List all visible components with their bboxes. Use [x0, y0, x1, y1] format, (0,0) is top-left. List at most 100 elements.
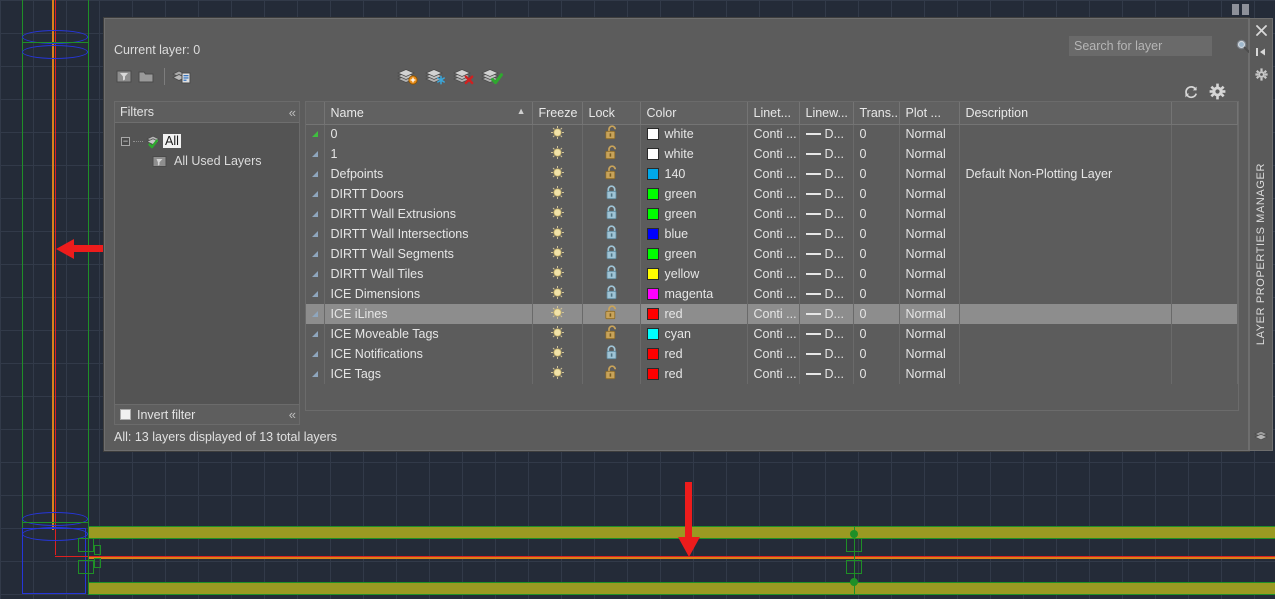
- freeze-sun-icon[interactable]: [550, 185, 565, 200]
- new-group-filter-button[interactable]: [136, 66, 158, 87]
- layer-lineweight-cell[interactable]: D...: [799, 184, 854, 204]
- layer-name-cell[interactable]: DIRTT Wall Extrusions: [324, 204, 533, 224]
- layer-freeze-cell[interactable]: [532, 184, 583, 204]
- layer-transparency-cell[interactable]: 0: [853, 144, 900, 164]
- layer-lineweight-cell[interactable]: D...: [799, 124, 854, 144]
- layer-lineweight-cell[interactable]: D...: [799, 364, 854, 384]
- layer-lineweight-cell[interactable]: D...: [799, 264, 854, 284]
- layer-color-cell[interactable]: red: [640, 364, 748, 384]
- lock-closed-icon[interactable]: [605, 205, 618, 220]
- layer-lock-cell[interactable]: [582, 204, 641, 224]
- tree-expander-icon[interactable]: −: [121, 136, 130, 146]
- panel-dock-bar[interactable]: LAYER PROPERTIES MANAGER: [1249, 18, 1273, 451]
- layer-lineweight-cell[interactable]: D...: [799, 344, 854, 364]
- lock-open-icon[interactable]: [604, 165, 619, 180]
- lock-closed-icon[interactable]: [605, 185, 618, 200]
- layer-status-cell[interactable]: [306, 164, 325, 184]
- new-property-filter-button[interactable]: [114, 66, 136, 87]
- layer-linetype-cell[interactable]: Conti ...: [747, 224, 800, 244]
- lock-closed-icon[interactable]: [605, 245, 618, 260]
- layer-status-cell[interactable]: [306, 284, 325, 304]
- tab-nub-2[interactable]: [1242, 4, 1249, 15]
- layer-status-cell[interactable]: [306, 264, 325, 284]
- layer-linetype-cell[interactable]: Conti ...: [747, 184, 800, 204]
- layer-freeze-cell[interactable]: [532, 304, 583, 324]
- layer-lineweight-cell[interactable]: D...: [799, 284, 854, 304]
- layer-status-cell[interactable]: [306, 224, 325, 244]
- layer-description-cell[interactable]: [959, 304, 1172, 324]
- freeze-sun-icon[interactable]: [550, 365, 565, 380]
- layer-freeze-cell[interactable]: [532, 244, 583, 264]
- layer-lineweight-cell[interactable]: D...: [799, 244, 854, 264]
- search-input[interactable]: [1070, 37, 1235, 55]
- table-row[interactable]: ICE Moveable Tags cyan Conti ... D... 0 Norma…: [306, 324, 1238, 344]
- layer-freeze-cell[interactable]: [532, 324, 583, 344]
- layer-plotstyle-cell[interactable]: Normal: [899, 184, 960, 204]
- layer-color-cell[interactable]: yellow: [640, 264, 748, 284]
- layer-plotstyle-cell[interactable]: Normal: [899, 284, 960, 304]
- layer-transparency-cell[interactable]: 0: [853, 344, 900, 364]
- freeze-sun-icon[interactable]: [550, 345, 565, 360]
- layer-plotstyle-cell[interactable]: Normal: [899, 344, 960, 364]
- layer-name-cell[interactable]: ICE Notifications: [324, 344, 533, 364]
- layer-status-cell[interactable]: [306, 304, 325, 324]
- delete-layer-button[interactable]: [453, 66, 475, 87]
- invert-filter-row[interactable]: Invert filter «: [114, 404, 300, 425]
- layer-linetype-cell[interactable]: Conti ...: [747, 304, 800, 324]
- dialog-header-icons[interactable]: [1183, 83, 1226, 100]
- layer-name-cell[interactable]: DIRTT Wall Tiles: [324, 264, 533, 284]
- layer-freeze-cell[interactable]: [532, 344, 583, 364]
- layer-plotstyle-cell[interactable]: Normal: [899, 324, 960, 344]
- table-row[interactable]: DIRTT Wall Segments green Conti ... D... 0 No…: [306, 244, 1238, 264]
- freeze-sun-icon[interactable]: [550, 285, 565, 300]
- layer-transparency-cell[interactable]: 0: [853, 184, 900, 204]
- lock-open-icon[interactable]: [604, 305, 619, 320]
- layer-description-cell[interactable]: [959, 204, 1172, 224]
- layer-description-cell[interactable]: [959, 184, 1172, 204]
- layer-lock-cell[interactable]: [582, 244, 641, 264]
- layer-lineweight-cell[interactable]: D...: [799, 164, 854, 184]
- tab-nub-1[interactable]: [1232, 4, 1239, 15]
- layer-transparency-cell[interactable]: 0: [853, 264, 900, 284]
- layer-status-cell[interactable]: [306, 244, 325, 264]
- dock-layers-button[interactable]: [1249, 424, 1273, 446]
- layer-lock-cell[interactable]: [582, 284, 641, 304]
- freeze-sun-icon[interactable]: [550, 245, 565, 260]
- filter-tree-item-all-used-layers[interactable]: All Used Layers: [121, 151, 293, 171]
- layer-plotstyle-cell[interactable]: Normal: [899, 224, 960, 244]
- layer-transparency-cell[interactable]: 0: [853, 244, 900, 264]
- layer-lock-cell[interactable]: [582, 264, 641, 284]
- layer-name-cell[interactable]: Defpoints: [324, 164, 533, 184]
- lock-closed-icon[interactable]: [605, 285, 618, 300]
- col-status[interactable]: [306, 102, 325, 125]
- table-row[interactable]: ICE Notifications red Conti ... D... 0 Normal: [306, 344, 1238, 364]
- lock-closed-icon[interactable]: [605, 225, 618, 240]
- layer-freeze-cell[interactable]: [532, 204, 583, 224]
- layer-properties-manager-dialog[interactable]: Current layer: 0 Search for layer Filter…: [104, 18, 1251, 451]
- lock-closed-icon[interactable]: [605, 345, 618, 360]
- layer-plotstyle-cell[interactable]: Normal: [899, 144, 960, 164]
- freeze-sun-icon[interactable]: [550, 325, 565, 340]
- freeze-sun-icon[interactable]: [550, 205, 565, 220]
- layer-name-cell[interactable]: DIRTT Doors: [324, 184, 533, 204]
- freeze-sun-icon[interactable]: [550, 265, 565, 280]
- layer-description-cell[interactable]: [959, 324, 1172, 344]
- layer-description-cell[interactable]: [959, 224, 1172, 244]
- table-row[interactable]: ICE iLines red Conti ... D... 0 Normal: [306, 304, 1238, 324]
- layer-color-cell[interactable]: white: [640, 144, 748, 164]
- layer-color-cell[interactable]: green: [640, 184, 748, 204]
- col-freeze[interactable]: Freeze: [532, 102, 583, 125]
- layer-linetype-cell[interactable]: Conti ...: [747, 124, 800, 144]
- layer-freeze-cell[interactable]: [532, 144, 583, 164]
- table-row[interactable]: DIRTT Wall Tiles yellow Conti ... D... 0 Norm…: [306, 264, 1238, 284]
- lock-closed-icon[interactable]: [605, 265, 618, 280]
- layer-freeze-cell[interactable]: [532, 284, 583, 304]
- col-description[interactable]: Description: [959, 102, 1172, 125]
- layer-color-cell[interactable]: green: [640, 244, 748, 264]
- layer-lock-cell[interactable]: [582, 304, 641, 324]
- layer-name-cell[interactable]: DIRTT Wall Segments: [324, 244, 533, 264]
- layer-set-current-button[interactable]: [481, 66, 503, 87]
- layer-lock-cell[interactable]: [582, 344, 641, 364]
- layer-color-cell[interactable]: red: [640, 344, 748, 364]
- col-lock[interactable]: Lock: [582, 102, 641, 125]
